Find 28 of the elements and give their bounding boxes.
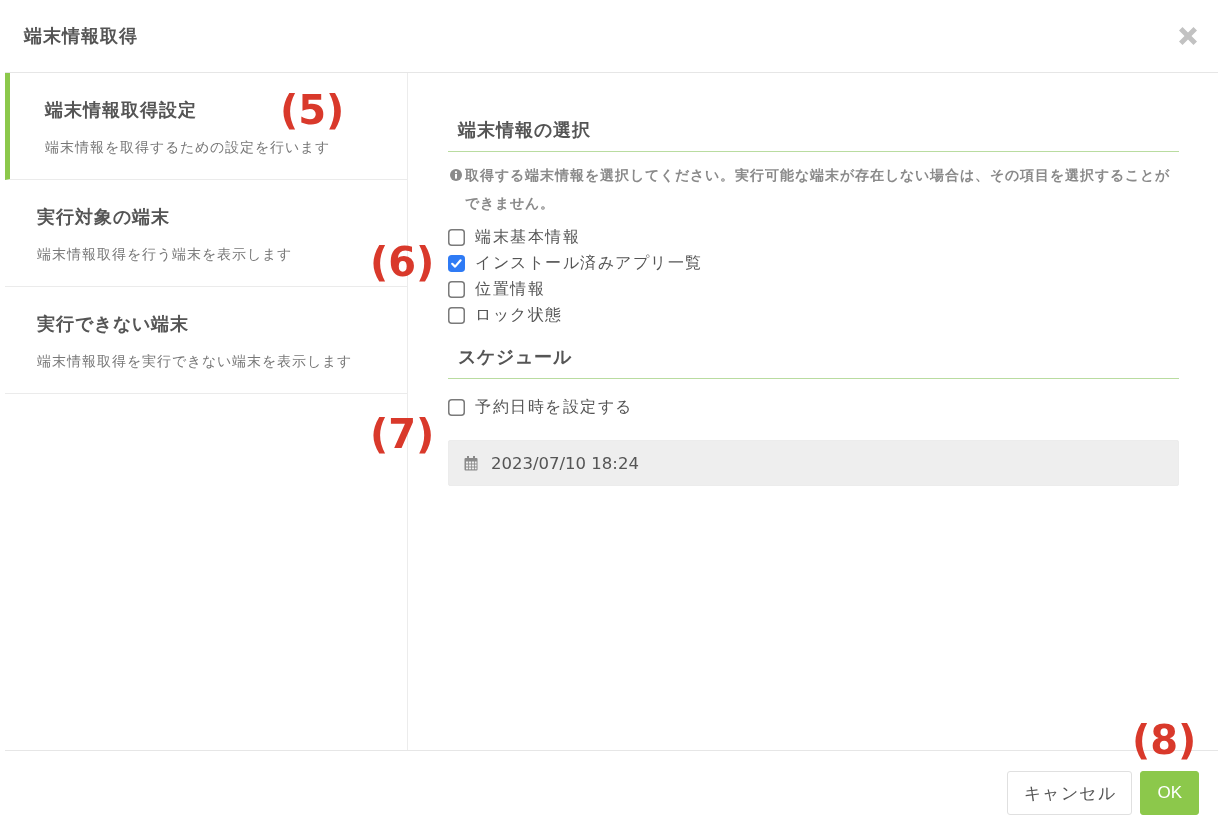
checkbox[interactable]: [448, 306, 465, 324]
checkbox[interactable]: [448, 280, 465, 298]
sidebar-item-description: 端末情報を取得するための設定を行います: [45, 138, 330, 157]
checkbox-label[interactable]: インストール済みアプリ一覧: [475, 252, 703, 274]
sidebar-item-description: 端末情報取得を行う端末を表示します: [37, 245, 292, 264]
sidebar-item-description: 端末情報取得を実行できない端末を表示します: [37, 352, 352, 371]
checkbox[interactable]: [448, 254, 465, 272]
close-icon: [1179, 27, 1197, 45]
dialog-title: 端末情報取得: [24, 25, 138, 48]
checkbox-label[interactable]: 位置情報: [475, 278, 545, 300]
checkbox[interactable]: [448, 228, 465, 246]
section-title: スケジュール: [458, 347, 572, 367]
checkbox-label[interactable]: ロック状態: [475, 304, 563, 326]
checkbox-label[interactable]: 端末基本情報: [475, 226, 580, 248]
annotation-label: (5): [280, 86, 345, 134]
sidebar-item[interactable]: 実行できない端末 端末情報取得を実行できない端末を表示します: [5, 287, 407, 394]
cancel-button[interactable]: キャンセル: [1006, 771, 1133, 815]
sidebar-item-title: 実行対象の端末: [37, 206, 170, 229]
info-text: 取得する端末情報を選択してください。実行可能な端末が存在しない場合は、その項目を選択することができません。: [465, 166, 1171, 213]
checkbox[interactable]: [448, 398, 465, 416]
annotation-label: (7): [370, 410, 435, 458]
sidebar-item-title: 実行できない端末: [37, 313, 189, 336]
section-title: 端末情報の選択: [458, 120, 591, 140]
info-icon: [450, 169, 462, 181]
annotation-label: (8): [1132, 716, 1197, 764]
checkbox-label[interactable]: 予約日時を設定する: [475, 396, 633, 418]
calendar-icon: [464, 455, 478, 471]
sidebar-item-title: 端末情報取得設定: [45, 99, 197, 122]
